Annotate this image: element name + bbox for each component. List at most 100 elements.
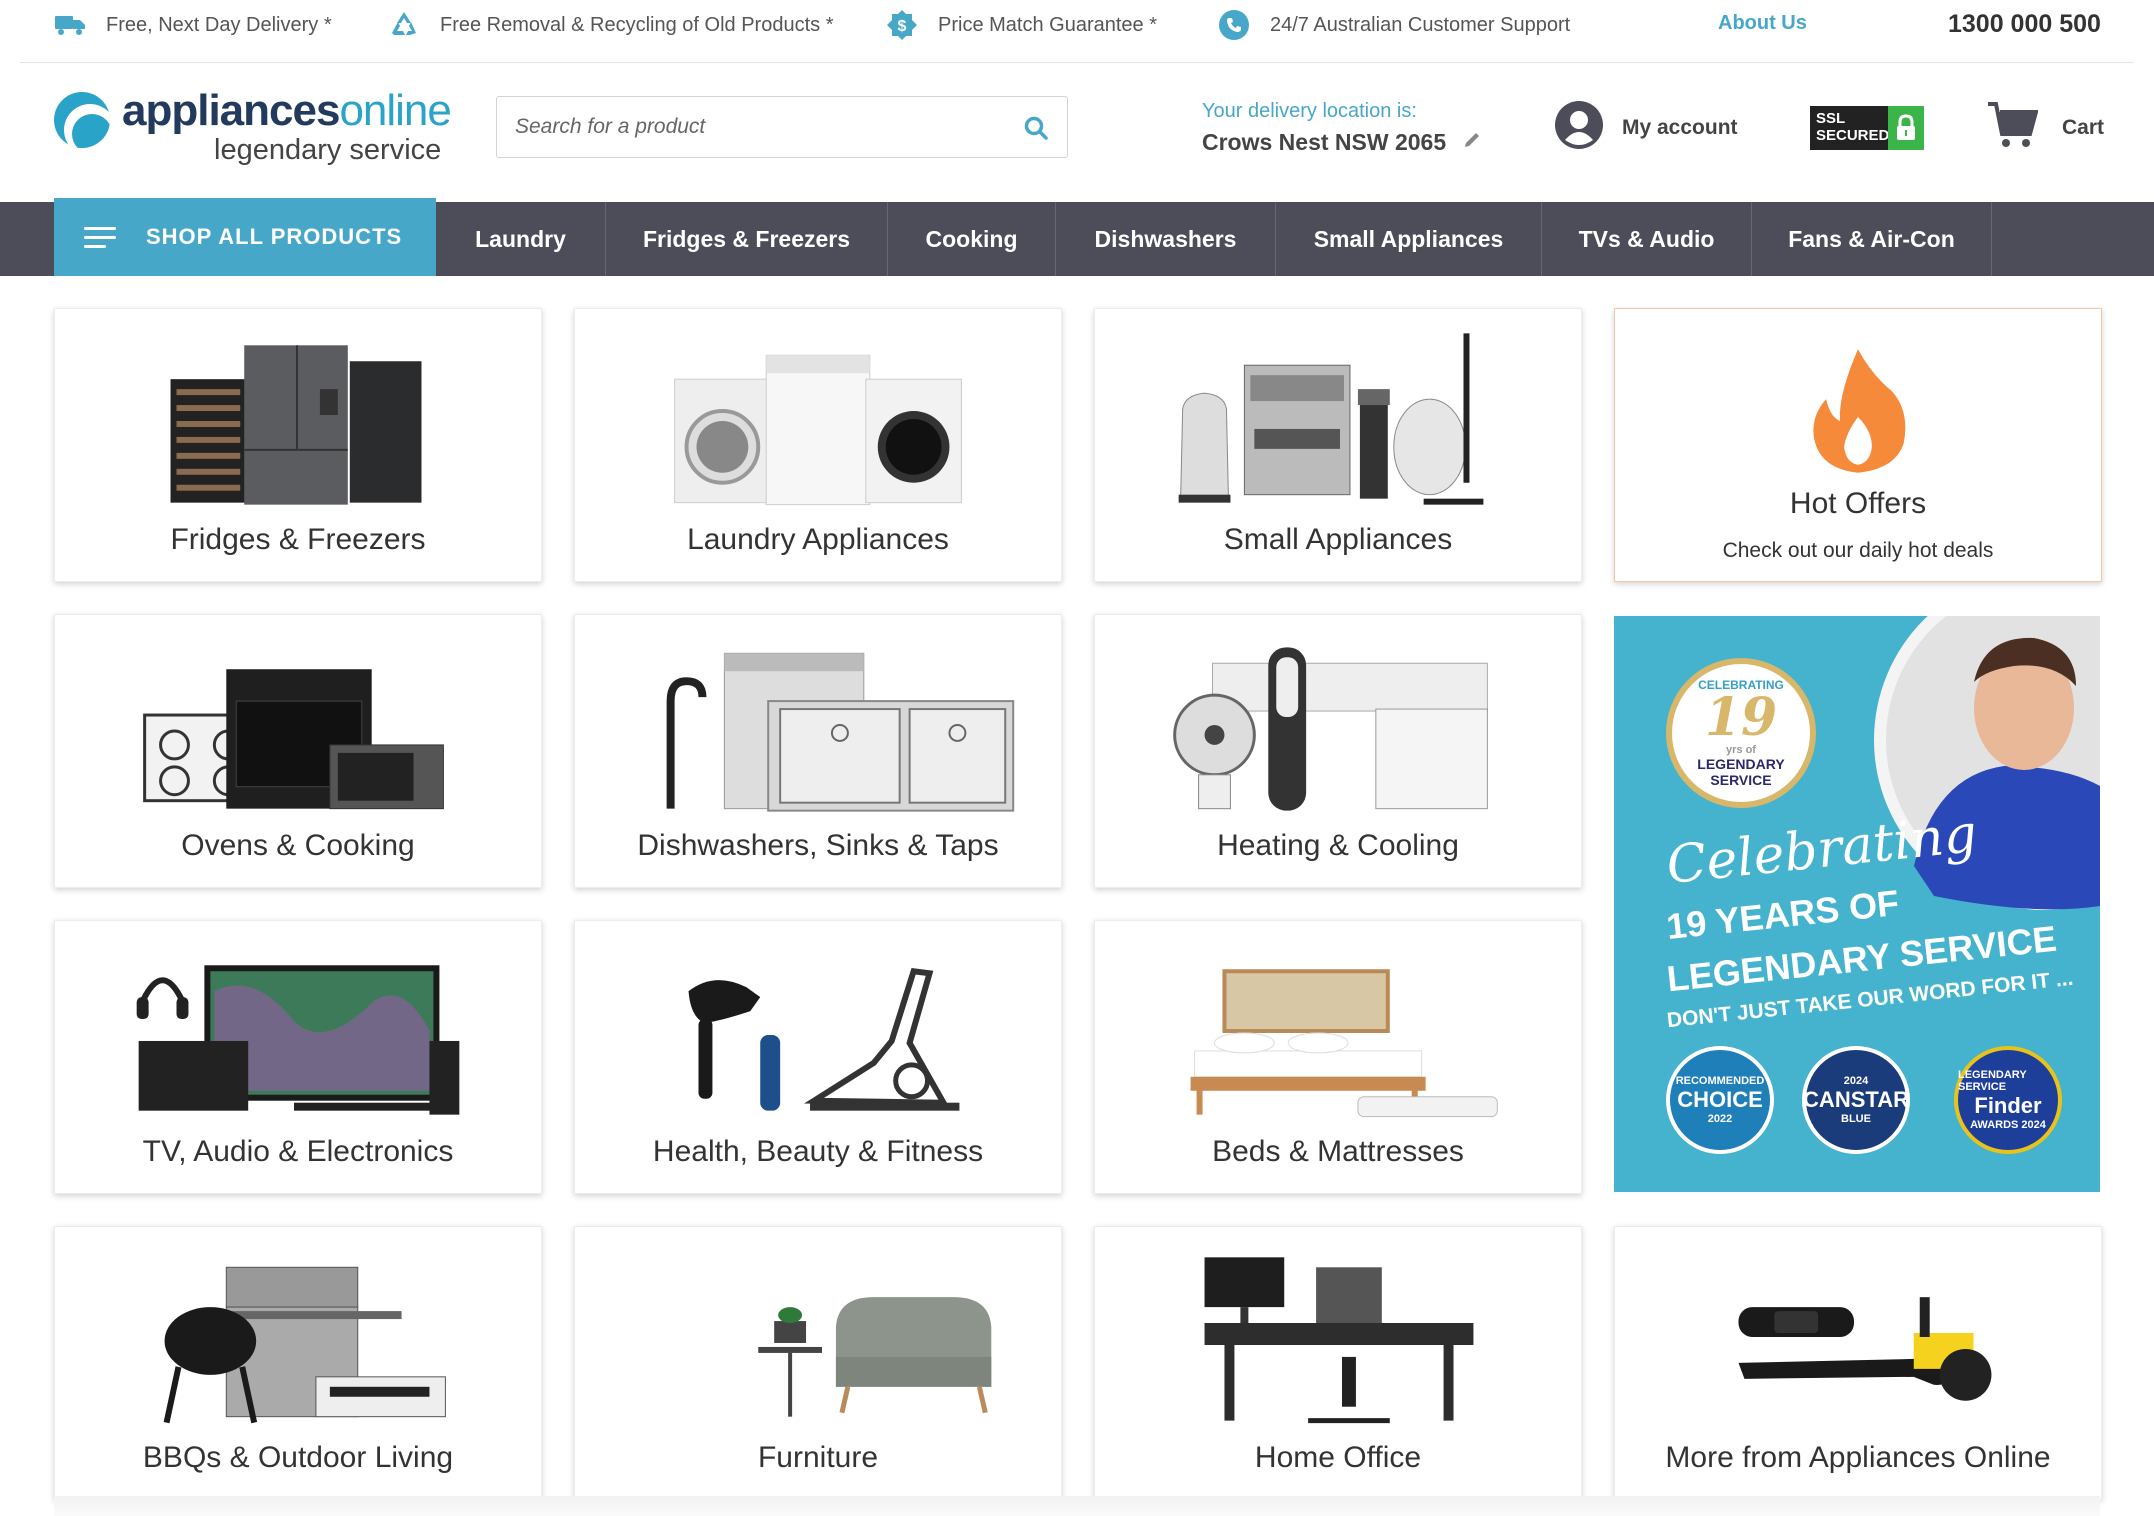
- nav-item-fans-aircon[interactable]: Fans & Air-Con: [1752, 202, 1992, 276]
- nav-item-cooking[interactable]: Cooking: [888, 202, 1056, 276]
- finder-award-badge: LEGENDARY SERVICE Finder AWARDS 2024: [1954, 1046, 2062, 1154]
- ovens-cooking-image: [143, 669, 444, 810]
- my-account-button[interactable]: My account: [1554, 100, 1738, 155]
- tile-label: Hot Offers: [1789, 487, 1927, 520]
- delivery-location-value[interactable]: Crows Nest NSW 2065: [1202, 129, 1482, 156]
- home-office-image: [1204, 1257, 1474, 1424]
- health-beauty-fitness-image: [688, 967, 960, 1111]
- page-bottom-fade: [54, 1496, 2100, 1516]
- tile-label: Furniture: [757, 1441, 879, 1474]
- top-info-bar: Free, Next Day Delivery * Free Removal &…: [0, 0, 2154, 50]
- fridge-freezer-image: [170, 345, 422, 505]
- search-icon: [1024, 116, 1048, 140]
- nav-items: Laundry Fridges & Freezers Cooking Dishw…: [436, 202, 1992, 276]
- usp-support: 24/7 Australian Customer Support: [1218, 0, 1570, 50]
- tile-label: BBQs & Outdoor Living: [142, 1441, 454, 1474]
- choice-award-badge: RECOMMENDED CHOICE 2022: [1666, 1046, 1774, 1154]
- nav-item-tvs-audio[interactable]: TVs & Audio: [1542, 202, 1752, 276]
- seal-number: 19: [1704, 687, 1778, 748]
- category-tile-fridges-freezers[interactable]: Fridges & Freezers: [54, 308, 542, 582]
- usp-recycling: Free Removal & Recycling of Old Products…: [388, 0, 834, 50]
- category-tile-home-office[interactable]: Home Office: [1094, 1226, 1582, 1500]
- category-tile-beds-mattresses[interactable]: Beds & Mattresses: [1094, 920, 1582, 1194]
- logo-wordmark: appliancesonline: [122, 86, 452, 135]
- category-tile-heating-cooling[interactable]: Heating & Cooling: [1094, 614, 1582, 888]
- legendary-service-promo[interactable]: CELEBRATING 19 yrs of LEGENDARY SERVICE …: [1614, 616, 2100, 1192]
- svg-text:$: $: [898, 18, 907, 35]
- tv-audio-electronics-image: [136, 965, 460, 1115]
- usp-delivery-label: Free, Next Day Delivery *: [106, 13, 332, 36]
- nav-item-fridges-freezers[interactable]: Fridges & Freezers: [606, 202, 888, 276]
- my-account-label: My account: [1622, 115, 1738, 139]
- category-tile-more[interactable]: More from Appliances Online: [1614, 1226, 2102, 1500]
- tile-label: Home Office: [1254, 1441, 1422, 1474]
- category-tile-furniture[interactable]: Furniture: [574, 1226, 1062, 1500]
- seal-line2: SERVICE: [1710, 772, 1772, 788]
- tile-label: Fridges & Freezers: [170, 523, 426, 556]
- laundry-appliances-image: [674, 354, 962, 506]
- badge-top: RECOMMENDED: [1675, 1075, 1765, 1087]
- furniture-image: [758, 1297, 992, 1417]
- ssl-line2: SECURED: [1816, 127, 1890, 144]
- category-tile-hot-offers[interactable]: Hot Offers Check out our daily hot deals: [1614, 308, 2102, 582]
- usp-price-match: $ Price Match Guarantee *: [886, 0, 1157, 50]
- delivery-location[interactable]: Your delivery location is: Crows Nest NS…: [1202, 100, 1482, 156]
- search-bar: [496, 96, 1068, 158]
- tile-label: Small Appliances: [1223, 523, 1453, 556]
- usp-price-match-label: Price Match Guarantee *: [938, 13, 1157, 36]
- logo-mark-icon: [54, 92, 110, 148]
- truck-icon: [54, 9, 86, 41]
- pencil-icon[interactable]: [1462, 129, 1482, 156]
- category-tile-small-appliances[interactable]: Small Appliances: [1094, 308, 1582, 582]
- padlock-icon: [1888, 106, 1924, 150]
- tile-label: TV, Audio & Electronics: [142, 1135, 454, 1168]
- tile-label: Beds & Mattresses: [1212, 1135, 1464, 1168]
- category-tile-ovens-cooking[interactable]: Ovens & Cooking: [54, 614, 542, 888]
- usp-recycling-label: Free Removal & Recycling of Old Products…: [440, 13, 834, 36]
- category-tile-dishwashers-sinks-taps[interactable]: Dishwashers, Sinks & Taps: [574, 614, 1062, 888]
- recycle-icon: [388, 9, 420, 41]
- bbq-outdoor-image: [163, 1266, 446, 1424]
- badge-name: CANSTAR: [1803, 1087, 1909, 1112]
- tile-label: Health, Beauty & Fitness: [652, 1135, 984, 1168]
- shop-all-products-button[interactable]: SHOP ALL PRODUCTS: [54, 198, 436, 276]
- delivery-location-label: Your delivery location is:: [1202, 100, 1417, 122]
- nav-item-dishwashers[interactable]: Dishwashers: [1056, 202, 1276, 276]
- dollar-badge-icon: $: [886, 9, 918, 41]
- usp-delivery: Free, Next Day Delivery *: [54, 0, 332, 50]
- search-button[interactable]: [1019, 111, 1053, 145]
- logo-tagline: legendary service: [214, 134, 442, 166]
- badge-name: Finder: [1974, 1093, 2042, 1118]
- ssl-line1: SSL: [1816, 110, 1846, 127]
- usp-support-label: 24/7 Australian Customer Support: [1270, 13, 1571, 36]
- user-icon: [1554, 100, 1604, 155]
- tile-label: Laundry Appliances: [687, 523, 949, 556]
- category-tile-health-beauty-fitness[interactable]: Health, Beauty & Fitness: [574, 920, 1062, 1194]
- badge-top: LEGENDARY SERVICE: [1958, 1069, 2027, 1093]
- category-tile-laundry[interactable]: Laundry Appliances: [574, 308, 1062, 582]
- category-tile-bbqs-outdoor[interactable]: BBQs & Outdoor Living: [54, 1226, 542, 1500]
- cart-button[interactable]: Cart: [1986, 100, 2104, 155]
- nav-item-laundry[interactable]: Laundry: [436, 202, 606, 276]
- about-us-link[interactable]: About Us: [1718, 12, 1807, 35]
- tile-sublabel: Check out our daily hot deals: [1722, 539, 1994, 562]
- phone-icon: [1218, 9, 1250, 41]
- badge-top: 2024: [1843, 1075, 1869, 1087]
- more-products-image: [1738, 1297, 1992, 1401]
- ssl-secured-badge: SSL SECURED: [1810, 106, 1924, 150]
- nav-item-small-appliances[interactable]: Small Appliances: [1276, 202, 1542, 276]
- badge-year: 2022: [1707, 1113, 1733, 1125]
- tile-label: Heating & Cooling: [1217, 829, 1459, 862]
- divider: [20, 62, 2134, 63]
- phone-number[interactable]: 1300 000 500: [1948, 10, 2101, 39]
- tile-label: More from Appliances Online: [1665, 1441, 2051, 1474]
- search-input[interactable]: [515, 111, 995, 143]
- dishwasher-sink-tap-image: [666, 652, 1015, 812]
- canstar-award-badge: 2024 CANSTAR BLUE: [1802, 1046, 1910, 1154]
- site-logo[interactable]: appliancesonline legendary service: [54, 86, 452, 170]
- tile-label: Ovens & Cooking: [181, 829, 415, 862]
- badge-name: CHOICE: [1677, 1087, 1763, 1112]
- cart-icon: [1986, 100, 2039, 155]
- category-tile-tv-audio-electronics[interactable]: TV, Audio & Electronics: [54, 920, 542, 1194]
- anniversary-seal: CELEBRATING 19 yrs of LEGENDARY SERVICE: [1666, 658, 1816, 808]
